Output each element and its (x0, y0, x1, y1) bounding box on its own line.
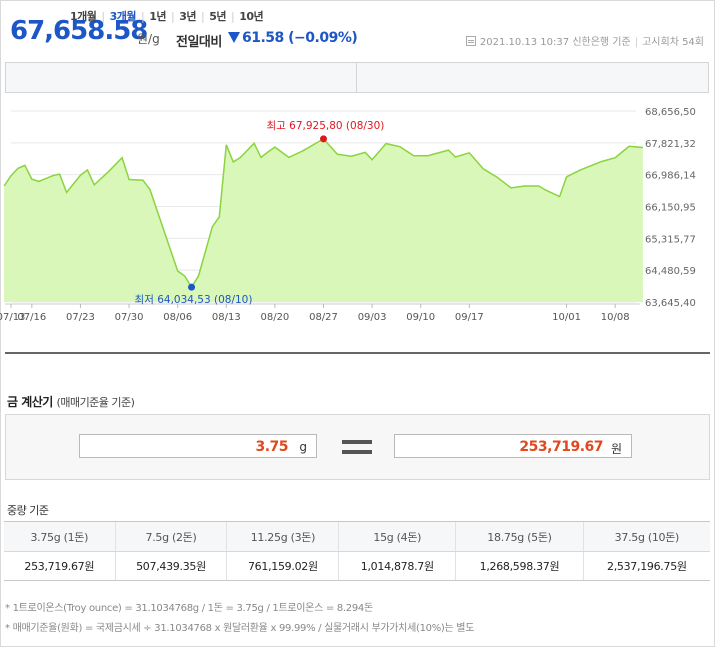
document-icon (465, 36, 476, 46)
gram-input[interactable]: 3.75 g (79, 434, 317, 458)
y-tick-label: 63,645,40 (645, 298, 696, 309)
tab-period-0[interactable]: 1개월 (70, 8, 97, 24)
weights-header-cell: 7.5g (2돈) (114, 521, 227, 552)
tab-period-1[interactable]: 3개월 (110, 8, 137, 24)
gram-unit: g (299, 440, 307, 454)
calculator-subtitle: (매매기준율 기준) (56, 396, 135, 409)
weights-value-cell: 2,537,196.75원 (582, 551, 710, 581)
tab-separator: | (171, 10, 175, 23)
table-row: 253,719.67원 507,439.35원 761,159.02원 1,01… (4, 551, 710, 581)
quote-bank: 신한은행 기준 (572, 37, 631, 48)
max-label: 최고 67,925,80 (08/30) (267, 120, 385, 132)
won-value: 253,719.67 (519, 439, 603, 455)
weights-header-row: 3.75g (1돈) 7.5g (2돈) 11.25g (3돈) 15g (4돈… (4, 521, 710, 552)
won-unit: 원 (610, 442, 622, 456)
weights-header-cell: 37.5g (10돈) (582, 521, 710, 552)
tab-period-4[interactable]: 5년 (209, 8, 226, 24)
x-tick-label: 07/16 (17, 312, 46, 323)
weights-value-cell: 761,159.02원 (226, 551, 339, 581)
weights-header-cell: 3.75g (1돈) (4, 521, 116, 552)
tab-period-2[interactable]: 1년 (149, 8, 166, 24)
tab-separator: | (141, 10, 145, 23)
x-tick-label: 10/01 (552, 312, 581, 323)
x-tick-label: 09/17 (455, 312, 484, 323)
footnote-rate-formula: * 매매기준율(원화) = 국제금시세 ÷ 31.1034768 x 원달러환율… (5, 623, 475, 634)
y-tick-label: 65,315,77 (645, 234, 696, 245)
y-tick-label: 67,821,32 (645, 139, 696, 150)
quote-round: 고시회차 54회 (642, 37, 704, 48)
y-tick-label: 66,986,14 (645, 171, 696, 182)
section-divider (5, 352, 710, 354)
tab-separator: | (101, 10, 105, 23)
x-tick-label: 08/27 (309, 312, 338, 323)
x-tick-label: 08/13 (212, 312, 241, 323)
quote-date: 2021.10.13 10:37 (479, 37, 570, 48)
equals-icon-top (342, 440, 372, 444)
compare-value: 61.58 (−0.09%) (242, 30, 358, 46)
x-tick-label: 08/20 (260, 312, 289, 323)
footnote-troy-ounce: * 1트로이온스(Troy ounce) = 31.1034768g / 1돈 … (5, 603, 373, 614)
equals-icon-bottom (342, 450, 372, 454)
compare-label: 전일대비 (176, 35, 222, 50)
quote-meta: 2021.10.13 10:37 신한은행 기준 | 고시회차 54회 (465, 33, 704, 48)
weights-value-cell: 253,719.67원 (4, 551, 116, 581)
y-tick-label: 64,480,59 (645, 266, 696, 277)
meta-divider: | (634, 37, 639, 48)
weights-header-cell: 18.75g (5돈) (455, 521, 584, 552)
weights-value-cell: 1,014,878.7원 (338, 551, 456, 581)
max-point (320, 135, 327, 143)
tab-separator: | (231, 10, 235, 23)
x-tick-label: 08/06 (163, 312, 192, 323)
x-tick-label: 07/23 (66, 312, 95, 323)
calculator-title-text: 금 계산기 (7, 395, 53, 409)
weights-header-cell: 11.25g (3돈) (226, 521, 339, 552)
won-input[interactable]: 253,719.67 원 (394, 434, 632, 458)
price-unit: 원/g (137, 32, 160, 46)
period-tab-bar (5, 62, 709, 93)
y-tick-label: 66,150,95 (645, 203, 696, 214)
weights-table: 3.75g (1돈) 7.5g (2돈) 11.25g (3돈) 15g (4돈… (4, 521, 710, 581)
weights-header-cell: 15g (4돈) (338, 521, 456, 552)
calculator-title: 금 계산기 (매매기준율 기준) (7, 393, 135, 410)
tab-period-3[interactable]: 3년 (179, 8, 196, 24)
tab-separator: | (201, 10, 205, 23)
down-arrow-icon (228, 32, 240, 43)
price-chart: 68,656,50 67,821,32 66,986,14 66,150,95 65,3… (0, 103, 696, 323)
min-point (188, 283, 196, 291)
weights-title: 중량 기준 (7, 504, 49, 517)
weights-value-cell: 1,268,598.37원 (455, 551, 584, 581)
min-label: 최저 64,034,53 (08/10) (135, 294, 253, 306)
y-tick-label: 68,656,50 (645, 107, 696, 118)
x-tick-label: 10/08 (601, 312, 630, 323)
tab-period-5[interactable]: 10년 (239, 8, 263, 24)
x-tick-label: 07/30 (115, 312, 144, 323)
period-tabs: 1개월 | 3개월 | 1년 | 3년 | 5년 | 10년 (70, 8, 268, 24)
x-tick-label: 09/03 (358, 312, 387, 323)
gram-value: 3.75 (255, 439, 288, 455)
weights-value-cell: 507,439.35원 (114, 551, 227, 581)
tab-bar-divider (356, 63, 357, 92)
x-tick-label: 09/10 (406, 312, 435, 323)
